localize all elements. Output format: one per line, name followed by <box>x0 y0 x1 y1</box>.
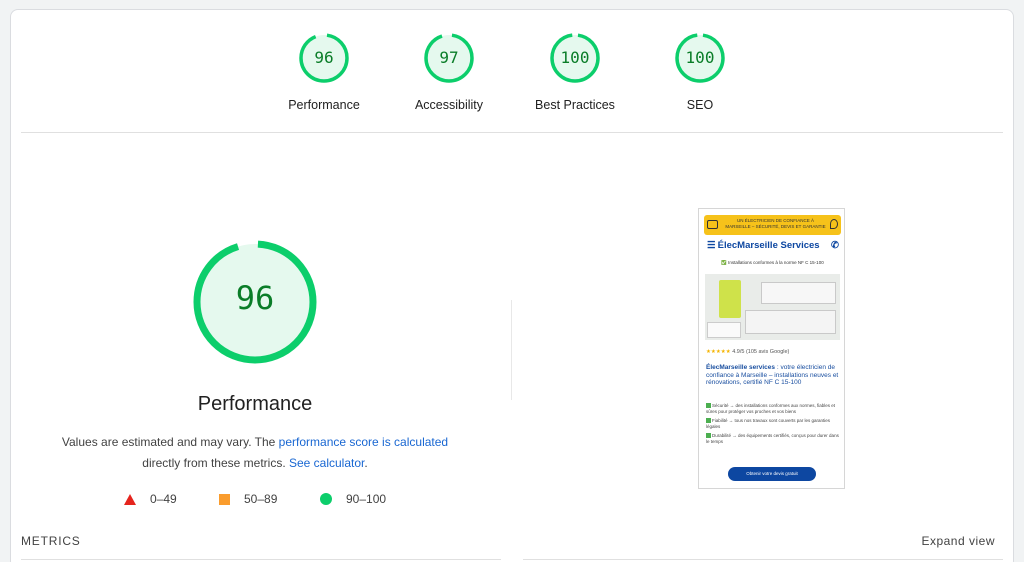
list-item-text: Sécurité → des installations conformes a… <box>706 403 836 414</box>
location-pin-icon <box>830 219 838 229</box>
metrics-heading: METRICS <box>21 534 81 548</box>
thumb-headline: ÉlecMarseille services : votre électrici… <box>706 364 840 387</box>
gauge-score: 100 <box>685 48 715 67</box>
gauge-label: Best Practices <box>535 98 615 112</box>
list-item-text: Durabilité → des équipements certifiés, … <box>706 433 839 444</box>
legend-label: 0–49 <box>150 492 177 506</box>
thumb-headline-bold: ÉlecMarseille services <box>706 364 776 371</box>
thumb-topbar-text: UN ÉLECTRICIEN DE CONFIANCE À MARSEILLE … <box>725 218 826 229</box>
section-separator <box>511 300 512 400</box>
list-item: Durabilité → des équipements certifiés, … <box>706 433 840 445</box>
performance-title: Performance <box>197 393 313 415</box>
orange-square-icon <box>219 493 230 505</box>
thumb-brand-name: ÉlecMarseille Services <box>717 240 820 251</box>
performance-main-gauge: 96 <box>191 238 319 366</box>
metrics-divider <box>523 559 1003 560</box>
performance-score-link[interactable]: performance score is calculated <box>279 435 448 449</box>
see-calculator-link[interactable]: See calculator <box>289 456 364 470</box>
gauge-label: Performance <box>288 98 360 112</box>
metrics-divider <box>21 559 501 560</box>
gauge-label: SEO <box>686 98 714 112</box>
list-item: Sécurité → des installations conformes a… <box>706 403 840 415</box>
thumb-benefits-list: Sécurité → des installations conformes a… <box>706 403 840 448</box>
score-legend: 0–49 50–89 90–100 <box>124 492 424 510</box>
legend-fail: 0–49 <box>124 492 177 506</box>
legend-label: 50–89 <box>244 492 278 506</box>
gauge-ring: 100 <box>674 32 726 84</box>
gauge-ring: 96 <box>298 32 350 84</box>
check-icon <box>706 418 711 424</box>
gauge-ring: 100 <box>549 32 601 84</box>
expand-view-button[interactable]: Expand view <box>921 534 995 548</box>
check-icon <box>706 433 711 439</box>
performance-score: 96 <box>235 279 275 317</box>
check-icon <box>706 403 711 409</box>
menu-icon: ☰ <box>707 240 716 251</box>
thumb-conformity: ✅ Installations conformes à la norme NF … <box>721 260 824 265</box>
gauge-best-practices[interactable]: 100 Best Practices <box>515 32 635 112</box>
legend-pass: 90–100 <box>320 492 386 506</box>
gauge-accessibility[interactable]: 97 Accessibility <box>389 32 509 112</box>
list-item-text: Fiabilité → tous nos travaux sont couver… <box>706 418 831 429</box>
gauge-score: 97 <box>439 48 459 67</box>
category-gauges: 96 Performance 97 Accessibility 100 Best… <box>11 10 1013 133</box>
legend-label: 90–100 <box>346 492 387 506</box>
truck-icon <box>707 220 718 229</box>
thumb-brand: ☰ ÉlecMarseille Services ✆ <box>707 240 839 251</box>
thumb-topbar: UN ÉLECTRICIEN DE CONFIANCE À MARSEILLE … <box>704 215 841 235</box>
phone-icon: ✆ <box>831 240 839 251</box>
final-screenshot-thumbnail[interactable]: UN ÉLECTRICIEN DE CONFIANCE À MARSEILLE … <box>698 208 845 489</box>
red-triangle-icon <box>124 493 136 505</box>
gauge-label: Accessibility <box>414 98 484 112</box>
desc-text: Values are estimated and may vary. The <box>61 435 279 449</box>
gauge-ring: 97 <box>423 32 475 84</box>
thumb-quote-button: Obtenir votre devis gratuit <box>728 467 816 481</box>
gauge-score: 100 <box>560 48 590 67</box>
header-divider <box>21 132 1003 133</box>
lighthouse-report-card: 96 Performance 97 Accessibility 100 Best… <box>10 9 1014 562</box>
stars-icon: ★★★★★ <box>706 349 731 355</box>
thumb-rating: ★★★★★ 4.9/5 (105 avis Google) <box>706 349 789 355</box>
list-item: Fiabilité → tous nos travaux sont couver… <box>706 418 840 430</box>
performance-description: Values are estimated and may vary. The p… <box>45 432 465 474</box>
gauge-seo[interactable]: 100 SEO <box>640 32 760 112</box>
gauge-score: 96 <box>314 48 334 67</box>
desc-text: . <box>364 456 368 470</box>
desc-text: directly from these metrics. <box>142 456 289 470</box>
thumb-rating-text: 4.9/5 (105 avis Google) <box>732 349 790 355</box>
thumb-electrical-panel-photo <box>705 274 840 340</box>
legend-average: 50–89 <box>219 492 277 506</box>
gauge-performance[interactable]: 96 Performance <box>264 32 384 112</box>
green-circle-icon <box>320 493 332 505</box>
